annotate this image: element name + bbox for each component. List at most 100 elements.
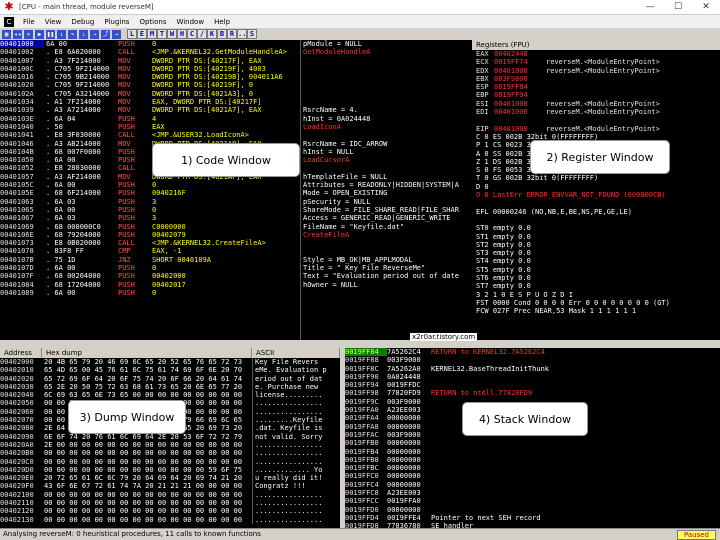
instruction-bytes[interactable]: . C705 9B214000 (46, 73, 116, 81)
dump-ascii[interactable]: e. Purchase new (255, 383, 340, 391)
instruction-comment[interactable]: Attributes = READONLY|HIDDEN|SYSTEM|A (303, 181, 472, 189)
instruction-row[interactable]: PUSH 4 (118, 115, 300, 123)
toolbar-window-button-4[interactable]: W (167, 29, 177, 39)
instruction-address[interactable]: 00401016 (0, 73, 44, 81)
stack-value[interactable]: 00000000 (387, 423, 429, 431)
stack-address[interactable]: 0019FF94 (345, 381, 387, 389)
trace-over-icon[interactable]: ⇢ (90, 29, 99, 39)
dump-ascii[interactable]: license......... (255, 391, 340, 399)
dump-hex-bytes[interactable]: 00 00 00 00 00 00 00 00 00 00 00 00 00 0… (44, 491, 252, 499)
instruction-address[interactable]: 0040103E (0, 115, 44, 123)
flag-row[interactable]: ST0 empty 0.0 (476, 224, 720, 232)
register-row[interactable]: ESI 00401000 reverseM.<ModuleEntryPoint> (476, 100, 720, 108)
instruction-address[interactable]: 00401073 (0, 239, 44, 247)
go-to-icon[interactable]: → (112, 29, 121, 39)
instruction-comment[interactable] (303, 90, 472, 98)
stack-value[interactable]: 0A024448 (387, 373, 429, 381)
instruction-bytes[interactable]: . A3 AF214000 (46, 173, 116, 181)
instruction-row[interactable]: PUSH 0 (118, 289, 300, 297)
dump-ascii[interactable]: u really did it! (255, 474, 340, 482)
register-window[interactable]: Registers (FPU) EAX 00402448 ECX 0019FF74 re… (472, 40, 720, 340)
register-value[interactable]: 0019FF84 (494, 83, 546, 91)
dump-address[interactable]: 00402080 (0, 424, 42, 432)
stack-value[interactable]: 00000000 (387, 464, 429, 472)
minimize-button[interactable]: — (636, 0, 664, 15)
dump-address[interactable]: 00402010 (0, 366, 42, 374)
dump-ascii[interactable]: ................ (255, 408, 340, 416)
instruction-address[interactable]: 00401069 (0, 223, 44, 231)
dump-address[interactable]: 00402120 (0, 507, 42, 515)
menu-plugins[interactable]: Plugins (104, 18, 129, 26)
stack-value[interactable]: 00000000 (387, 472, 429, 480)
restart-icon[interactable]: ◂◂ (13, 29, 22, 39)
instruction-comment[interactable] (303, 65, 472, 73)
stack-window[interactable]: 0019FF84 0019FF88 0019FF8C 0019FF90 0019FF94… (345, 348, 720, 528)
instruction-comment[interactable]: hInst = NULL (303, 148, 472, 156)
instruction-bytes[interactable]: . 68 000000C0 (46, 223, 116, 231)
instruction-address[interactable]: 0040104B (0, 148, 44, 156)
instruction-bytes[interactable]: . 6A 03 (46, 198, 116, 206)
register-row[interactable]: EDX 00401000 reverseM.<ModuleEntryPoint> (476, 67, 720, 75)
instruction-comment[interactable] (303, 57, 472, 65)
instruction-bytes[interactable]: . 6A 00 (46, 181, 116, 189)
instruction-comment[interactable]: GetModuleHandleA (303, 48, 472, 56)
stack-address[interactable]: 0019FFA4 (345, 414, 387, 422)
stack-value[interactable]: A23EE003 (387, 406, 429, 414)
instruction-row[interactable]: PUSH 0 (118, 181, 300, 189)
dump-hex-bytes[interactable]: 20 72 65 61 6C 6C 79 20 64 69 64 20 69 7… (44, 474, 252, 482)
stack-value[interactable]: 00000000 (387, 481, 429, 489)
instruction-address[interactable]: 00401063 (0, 198, 44, 206)
instruction-comment[interactable] (303, 239, 472, 247)
dump-hex-bytes[interactable]: 00 00 00 00 00 00 00 00 00 00 00 00 00 0… (44, 449, 252, 457)
stack-address[interactable]: 0019FFC8 (345, 489, 387, 497)
register-row[interactable]: EBX 003F9000 (476, 75, 720, 83)
flag-row[interactable]: O 0 LastErr ERROR_ENVVAR_NOT_FOUND (0000… (476, 191, 720, 199)
instruction-comment[interactable]: Text = "Evaluation period out of date (303, 272, 472, 280)
instruction-address[interactable]: 00401002 (0, 48, 44, 56)
instruction-address[interactable]: 00401039 (0, 106, 44, 114)
instruction-address[interactable]: 00401041 (0, 131, 44, 139)
dump-ascii[interactable]: ................ (255, 516, 340, 524)
dump-address[interactable]: 00402020 (0, 375, 42, 383)
register-value[interactable]: 003F9000 (494, 75, 546, 83)
instruction-address[interactable]: 0040107B (0, 256, 44, 264)
register-value[interactable]: 00401000 (494, 100, 546, 108)
instruction-address[interactable]: 00401057 (0, 173, 44, 181)
toolbar-window-button-1[interactable]: E (137, 29, 147, 39)
flag-row[interactable]: EFL 00000246 (NO,NB,E,BE,NS,PE,GE,LE) (476, 208, 720, 216)
dump-ascii[interactable]: ................ (255, 499, 340, 507)
instruction-bytes[interactable]: . 68 79204000 (46, 231, 116, 239)
stack-value[interactable]: 003F9000 (387, 356, 429, 364)
instruction-comment[interactable] (303, 164, 472, 172)
instruction-address[interactable]: 0040105E (0, 189, 44, 197)
stack-value[interactable]: 7A5262A0 (387, 365, 429, 373)
dump-address[interactable]: 004020F0 (0, 482, 42, 490)
dump-window[interactable]: Address Hex dump ASCII 00402000 00402010 0… (0, 348, 340, 528)
trace-into-icon[interactable]: ⇣ (79, 29, 88, 39)
instruction-row[interactable]: CALL <JMP.&KERNEL32.CreateFileA> (118, 239, 300, 247)
instruction-bytes[interactable]: . A3 A7214000 (46, 106, 116, 114)
flag-row[interactable]: ST3 empty 0.0 (476, 249, 720, 257)
instruction-bytes[interactable]: . 68 00204000 (46, 272, 116, 280)
menu-file[interactable]: File (23, 18, 35, 26)
register-value[interactable]: 00401000 (494, 67, 546, 75)
instruction-comment[interactable]: LoadCursorA (303, 156, 472, 164)
dump-ascii[interactable]: .........Keyfile (255, 416, 340, 424)
dump-hex-bytes[interactable]: 00 00 00 00 00 00 00 00 00 00 00 00 00 5… (44, 466, 252, 474)
dump-address[interactable]: 00402110 (0, 499, 42, 507)
instruction-row[interactable]: MOV DWORD PTR DS:[40219B], 004011A6 (118, 73, 300, 81)
instruction-row[interactable]: MOV DWORD PTR DS:[40219F], 4003 (118, 65, 300, 73)
register-value[interactable]: 0019FF74 (494, 58, 546, 66)
instruction-comment[interactable] (303, 98, 472, 106)
step-into-icon[interactable]: ↓ (57, 29, 66, 39)
dump-address[interactable]: 004020E0 (0, 474, 42, 482)
stack-address[interactable]: 0019FF8C (345, 365, 387, 373)
instruction-bytes[interactable]: . C705 9F214000 (46, 65, 116, 73)
instruction-row[interactable]: CMP EAX, -1 (118, 247, 300, 255)
dump-address[interactable]: 00402100 (0, 491, 42, 499)
instruction-comment[interactable]: hInst = 0A024448 (303, 115, 472, 123)
instruction-bytes[interactable]: . 6A 00 (46, 156, 116, 164)
register-value[interactable]: 0019FF94 (494, 91, 546, 99)
flag-row[interactable]: ST6 empty 0.0 (476, 274, 720, 282)
dump-ascii[interactable]: ................ (255, 399, 340, 407)
